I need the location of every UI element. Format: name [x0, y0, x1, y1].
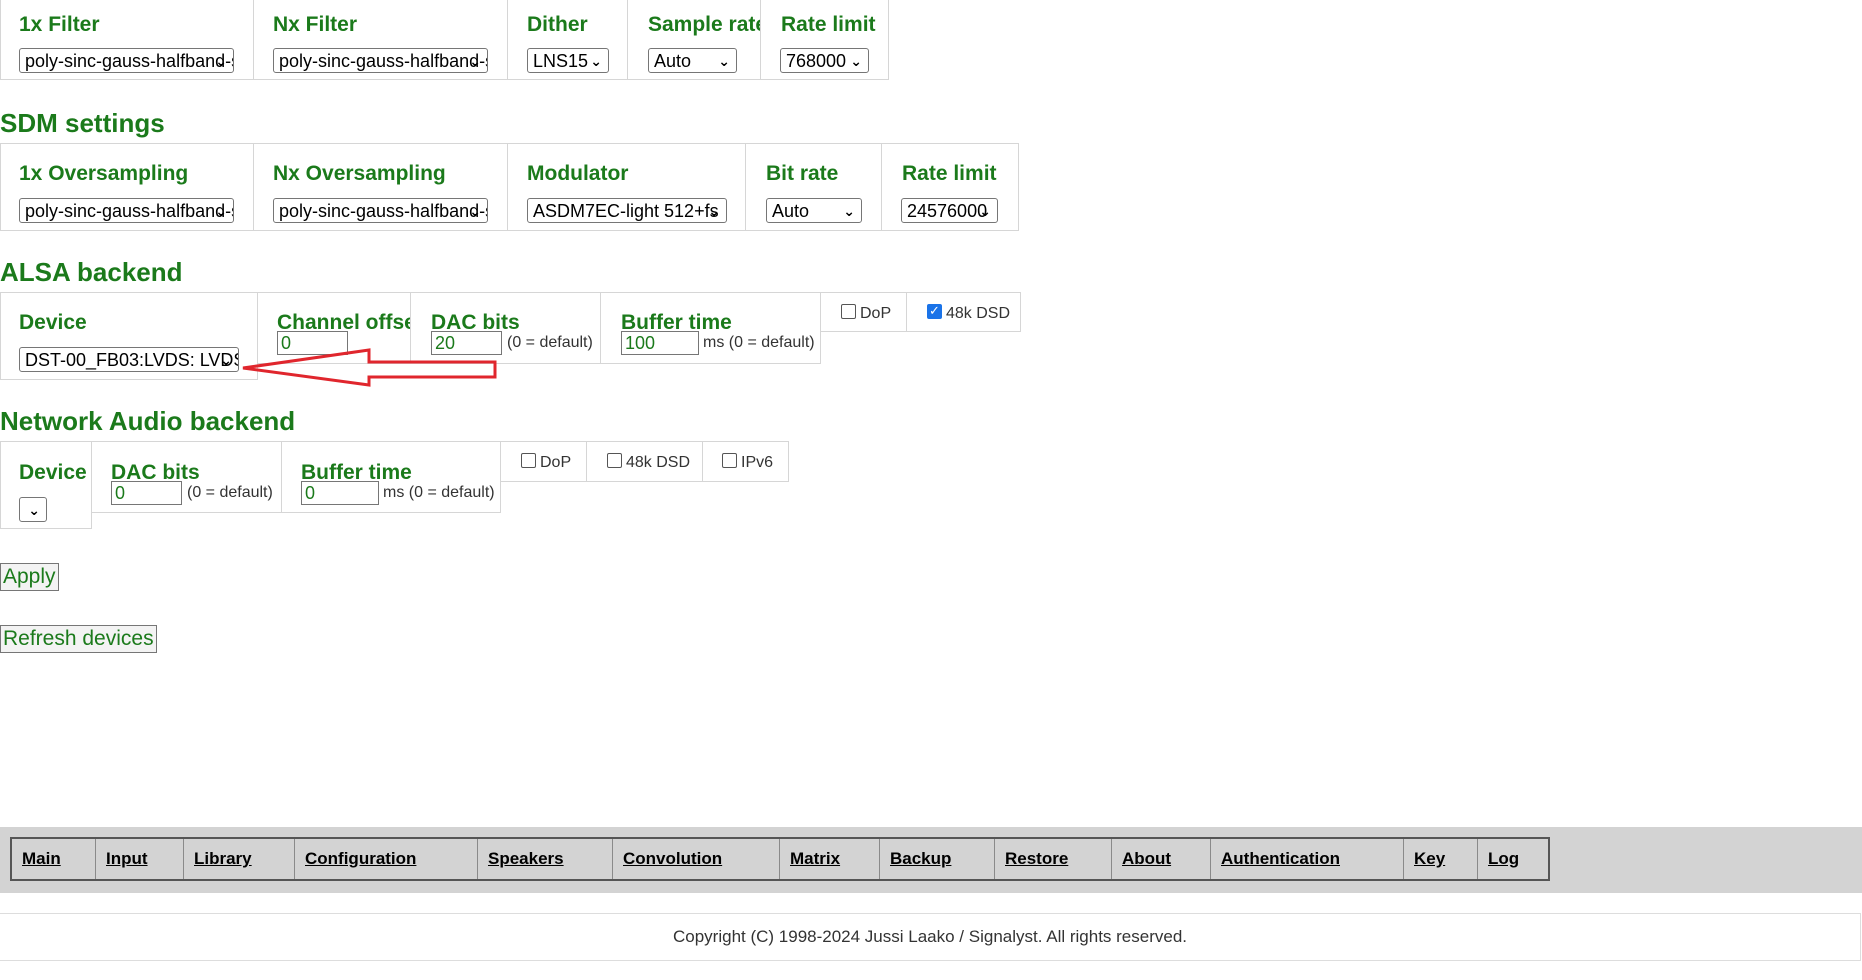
alsa-buffer-time-hint: ms (0 = default) [703, 334, 815, 351]
network-buffer-time-input[interactable]: 0 [301, 481, 379, 505]
oversampling1x-panel: 1x Oversampling poly-sinc-gauss-halfband… [0, 143, 254, 231]
nav-main[interactable]: Main [12, 839, 96, 879]
bit-rate-select[interactable]: Auto ⌄ [766, 198, 862, 223]
network-device-panel: Device ⌄ [0, 441, 92, 529]
chevron-down-icon: ⌄ [708, 203, 720, 219]
dither-select[interactable]: LNS15 ⌄ [527, 48, 609, 73]
network-ipv6-label: IPv6 [741, 454, 774, 471]
bit-rate-label: Bit rate [766, 162, 839, 185]
network-device-label: Device [19, 461, 87, 484]
filterNx-select[interactable]: poly-sinc-gauss-halfband-s ⌄ [273, 48, 488, 73]
chevron-down-icon: ⌄ [215, 203, 227, 219]
chevron-down-icon: ⌄ [28, 502, 40, 518]
filter1x-panel: 1x Filter poly-sinc-gauss-halfband-s ⌄ [0, 0, 254, 80]
nav-convolution[interactable]: Convolution [613, 839, 780, 879]
chevron-down-icon: ⌄ [590, 53, 602, 69]
bit-rate-panel: Bit rate Auto ⌄ [745, 143, 882, 231]
oversamplingNx-panel: Nx Oversampling poly-sinc-gauss-halfband… [253, 143, 508, 231]
chevron-down-icon: ⌄ [718, 53, 730, 69]
apply-button[interactable]: Apply [0, 563, 59, 591]
modulator-select[interactable]: ASDM7EC-light 512+fs ⌄ [527, 198, 727, 223]
network-ipv6-checkbox[interactable] [722, 453, 737, 468]
nav-restore[interactable]: Restore [995, 839, 1112, 879]
sdm-rate-limit-panel: Rate limit 24576000 ⌄ [881, 143, 1019, 231]
sample-rate-label: Sample rate [648, 13, 768, 36]
nav-input[interactable]: Input [96, 839, 184, 879]
oversampling1x-label: 1x Oversampling [19, 162, 189, 185]
nav-backup[interactable]: Backup [880, 839, 995, 879]
filterNx-panel: Nx Filter poly-sinc-gauss-halfband-s ⌄ [253, 0, 508, 80]
nav-speakers[interactable]: Speakers [478, 839, 613, 879]
footer: Copyright (C) 1998-2024 Jussi Laako / Si… [0, 913, 1861, 961]
alsa-48k-dsd-checkbox[interactable] [927, 303, 942, 319]
red-arrow-annotation [242, 348, 497, 387]
rate-limit-panel: Rate limit 768000 ⌄ [760, 0, 889, 80]
sdm-rate-limit-label: Rate limit [902, 162, 997, 185]
network-48k-dsd-panel: 48k DSD [586, 441, 703, 482]
nav-authentication[interactable]: Authentication [1211, 839, 1404, 879]
nav-configuration[interactable]: Configuration [295, 839, 478, 879]
network-dac-bits-panel: DAC bits 0 (0 = default) [91, 441, 282, 513]
network-dac-bits-hint: (0 = default) [187, 484, 273, 501]
network-dop-checkbox[interactable] [521, 453, 536, 468]
alsa-buffer-time-panel: Buffer time 100 ms (0 = default) [600, 292, 821, 364]
filter1x-select[interactable]: poly-sinc-gauss-halfband-s ⌄ [19, 48, 234, 73]
sdm-section-title: SDM settings [0, 108, 165, 138]
network-dac-bits-input[interactable]: 0 [111, 481, 182, 505]
modulator-label: Modulator [527, 162, 629, 185]
nav-matrix[interactable]: Matrix [780, 839, 880, 879]
rate-limit-select[interactable]: 768000 ⌄ [780, 48, 869, 73]
sdm-rate-limit-select[interactable]: 24576000 ⌄ [901, 198, 998, 223]
rate-limit-label: Rate limit [781, 13, 876, 36]
network-dop-label: DoP [540, 454, 572, 471]
dither-label: Dither [527, 13, 588, 36]
alsa-buffer-time-input[interactable]: 100 [621, 331, 699, 355]
network-48k-dsd-label: 48k DSD [626, 454, 691, 471]
network-buffer-time-hint: ms (0 = default) [383, 484, 495, 501]
oversamplingNx-select[interactable]: poly-sinc-gauss-halfband-s ⌄ [273, 198, 488, 223]
network-48k-dsd-checkbox[interactable] [607, 453, 622, 468]
filter1x-label: 1x Filter [19, 13, 100, 36]
alsa-dac-bits-hint: (0 = default) [507, 334, 593, 351]
oversampling1x-select[interactable]: poly-sinc-gauss-halfband-s ⌄ [19, 198, 234, 223]
chevron-down-icon: ⌄ [215, 53, 227, 69]
oversamplingNx-label: Nx Oversampling [273, 162, 446, 185]
nav-table: Main Input Library Configuration Speaker… [10, 837, 1550, 881]
network-section-title: Network Audio backend [0, 406, 296, 436]
network-ipv6-panel: IPv6 [702, 441, 789, 482]
alsa-device-label: Device [19, 311, 87, 334]
alsa-device-panel: Device DST-00_FB03:LVDS: LVDS ⌄ [0, 292, 258, 380]
alsa-48k-dsd-panel: 48k DSD [906, 292, 1021, 332]
chevron-down-icon: ⌄ [469, 203, 481, 219]
copyright-text: Copyright (C) 1998-2024 Jussi Laako / Si… [672, 927, 1188, 946]
sample-rate-panel: Sample rate Auto ⌄ [627, 0, 767, 80]
chevron-down-icon: ⌄ [979, 203, 991, 219]
alsa-dop-checkbox[interactable] [841, 304, 856, 319]
nav-about[interactable]: About [1112, 839, 1211, 879]
alsa-section-title: ALSA backend [0, 257, 183, 287]
network-device-select[interactable]: ⌄ [19, 497, 47, 522]
chevron-down-icon: ⌄ [469, 53, 481, 69]
modulator-panel: Modulator ASDM7EC-light 512+fs ⌄ [507, 143, 746, 231]
nav-library[interactable]: Library [184, 839, 295, 879]
chevron-down-icon: ⌄ [843, 203, 855, 219]
network-buffer-time-panel: Buffer time 0 ms (0 = default) [281, 441, 501, 513]
alsa-dop-label: DoP [860, 305, 892, 322]
nav-log[interactable]: Log [1478, 839, 1548, 879]
chevron-down-icon: ⌄ [850, 53, 862, 69]
filterNx-label: Nx Filter [273, 13, 358, 36]
chevron-down-icon: ⌄ [220, 352, 232, 368]
alsa-device-select[interactable]: DST-00_FB03:LVDS: LVDS ⌄ [19, 347, 239, 372]
alsa-48k-dsd-label: 48k DSD [946, 305, 1011, 322]
refresh-devices-button[interactable]: Refresh devices [0, 625, 157, 653]
nav-key[interactable]: Key [1404, 839, 1478, 879]
sample-rate-select[interactable]: Auto ⌄ [648, 48, 737, 73]
alsa-dop-panel: DoP [820, 292, 907, 332]
nav-bar: Main Input Library Configuration Speaker… [0, 827, 1862, 893]
dither-panel: Dither LNS15 ⌄ [507, 0, 628, 80]
network-dop-panel: DoP [500, 441, 587, 482]
